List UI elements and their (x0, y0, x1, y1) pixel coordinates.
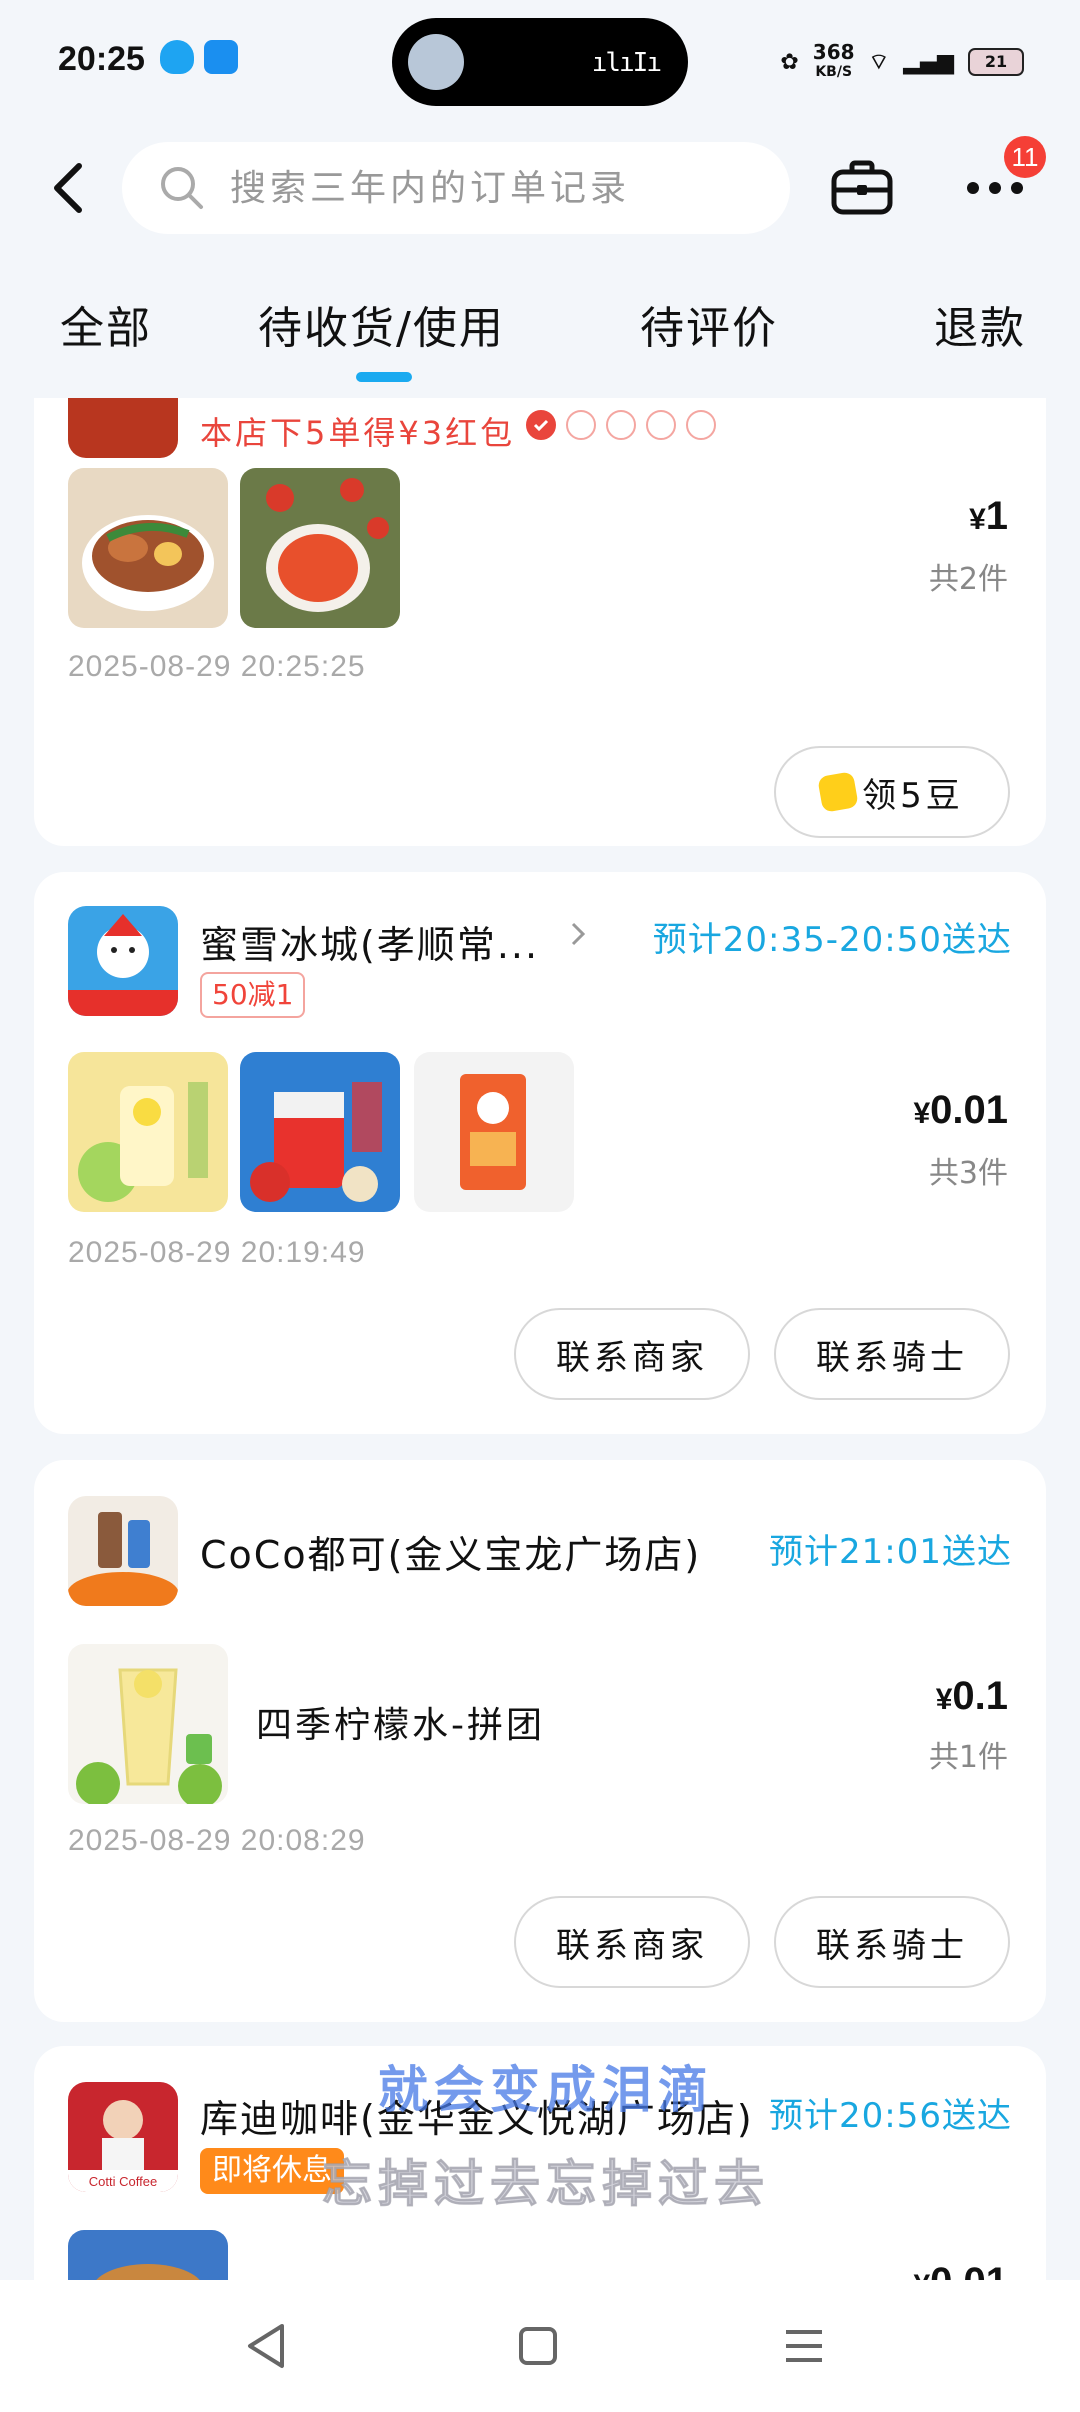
qq-app-icon (160, 40, 194, 74)
order-time: 2025-08-29 20:19:49 (68, 1236, 366, 1269)
chevron-right-icon[interactable] (566, 922, 590, 946)
contact-merchant-label: 联系商家 (556, 1925, 708, 1966)
progress-dot (606, 410, 636, 440)
contact-rider-label: 联系骑士 (816, 1925, 968, 1966)
tab-pending-receipt[interactable]: 待收货/使用 (258, 292, 505, 356)
more-dot (989, 182, 1001, 194)
currency-symbol: ¥ (913, 1097, 931, 1130)
order-price: ¥0.01 (913, 2260, 1008, 2280)
currency-symbol: ¥ (969, 503, 986, 536)
nav-back-icon[interactable] (236, 2314, 300, 2378)
product-thumbnail[interactable] (240, 1052, 400, 1212)
lyrics-line: 就会变成泪滴 (378, 2061, 714, 2119)
store-logo[interactable] (68, 1496, 178, 1606)
order-card[interactable]: 本店下5单得¥3红包 ¥1 共2件 2025-08-29 20:25:25 领5… (34, 398, 1046, 846)
contact-rider-button[interactable]: 联系骑士 (774, 1896, 1010, 1988)
battery-level: 21 (984, 52, 1008, 71)
item-count: 共1件 (928, 1740, 1008, 1775)
order-time: 2025-08-29 20:08:29 (68, 1824, 366, 1857)
item-count: 共2件 (928, 562, 1008, 597)
top-bar (0, 140, 1080, 236)
contact-merchant-button[interactable]: 联系商家 (514, 1896, 750, 1988)
order-time: 2025-08-29 20:25:25 (68, 650, 366, 683)
audio-wave-icon: ılıIı (591, 48, 662, 78)
delivery-eta: 预计20:56送达 (769, 2096, 1012, 2136)
price-amount: 0.1 (952, 1674, 1008, 1718)
price-amount: 0.01 (930, 2260, 1008, 2280)
product-thumbnail[interactable] (68, 1644, 228, 1804)
item-count: 共3件 (928, 1156, 1008, 1191)
price-amount: 1 (985, 494, 1008, 538)
item-name: 四季柠檬水-拼团 (256, 1705, 545, 1746)
product-thumbnail[interactable] (240, 468, 400, 628)
search-bar[interactable] (122, 142, 790, 234)
progress-dot (566, 410, 596, 440)
product-thumbnail[interactable] (68, 468, 228, 628)
reward-progress (526, 410, 716, 440)
store-name[interactable]: 蜜雪冰城(孝顺常... (200, 914, 539, 969)
search-input[interactable] (230, 167, 730, 209)
back-button[interactable] (40, 160, 96, 216)
currency-symbol: ¥ (935, 1683, 953, 1716)
delivery-eta: 预计21:01送达 (769, 1532, 1012, 1572)
claim-beans-button[interactable]: 领5豆 (774, 746, 1010, 838)
tab-pending-review[interactable]: 待评价 (640, 292, 778, 356)
net-speed-unit: KB/S (815, 64, 853, 80)
product-thumbnail[interactable] (68, 1052, 228, 1212)
tab-all[interactable]: 全部 (60, 292, 152, 356)
contact-merchant-button[interactable]: 联系商家 (514, 1308, 750, 1400)
flower-icon: ✿ (780, 49, 799, 75)
net-speed-value: 368 (812, 40, 855, 64)
status-time: 20:25 (58, 40, 145, 78)
notification-badge: 11 (1004, 136, 1046, 178)
active-tab-indicator (356, 372, 412, 382)
nav-home-icon[interactable] (506, 2314, 570, 2378)
briefcase-icon[interactable] (830, 158, 894, 218)
store-name[interactable]: CoCo都可(金义宝龙广场店) (200, 1524, 701, 1579)
order-price: ¥1 (969, 494, 1008, 539)
reward-promo-text: 本店下5单得¥3红包 (200, 414, 516, 452)
order-tabs: 全部 待收货/使用 待评价 退款 (0, 280, 1080, 400)
music-cover-icon (408, 34, 464, 90)
store-logo[interactable] (68, 906, 178, 1016)
contact-rider-label: 联系骑士 (816, 1337, 968, 1378)
more-dot (967, 182, 979, 194)
cotti-logo-text: Cotti Coffee (89, 2174, 157, 2189)
contact-merchant-label: 联系商家 (556, 1337, 708, 1378)
bean-icon (817, 771, 860, 813)
progress-dot (646, 410, 676, 440)
status-bar: 20:25 ılıIı ✿ 368 KB/S ⌔ ▂▄▆ 21 (0, 0, 1080, 120)
delivery-eta: 预计20:35-20:50送达 (652, 920, 1012, 960)
store-logo[interactable] (68, 398, 178, 458)
discount-tag: 50减1 (200, 972, 306, 1018)
price-amount: 0.01 (930, 1088, 1008, 1132)
order-price: ¥0.1 (936, 1674, 1008, 1719)
more-dot (1011, 182, 1023, 194)
dynamic-island[interactable]: ılıIı (392, 18, 688, 106)
order-card[interactable]: 蜜雪冰城(孝顺常... 预计20:35-20:50送达 50减1 ¥0.01 共… (34, 872, 1046, 1434)
search-icon (161, 167, 203, 209)
net-speed: 368 KB/S (813, 42, 855, 82)
store-logo[interactable]: Cotti Coffee (68, 2082, 178, 2192)
nav-recents-icon[interactable] (772, 2314, 836, 2378)
claim-beans-label: 领5豆 (862, 775, 964, 816)
order-card[interactable]: CoCo都可(金义宝龙广场店) 预计21:01送达 四季柠檬水-拼团 ¥0.1 … (34, 1460, 1046, 2022)
battery-icon: 21 (968, 48, 1024, 76)
eleme-app-icon (204, 40, 238, 74)
product-thumbnail[interactable] (414, 1052, 574, 1212)
currency-symbol: ¥ (913, 2269, 930, 2280)
tab-refund[interactable]: 退款 (934, 292, 1026, 356)
order-list[interactable]: 本店下5单得¥3红包 ¥1 共2件 2025-08-29 20:25:25 领5… (0, 398, 1080, 2280)
contact-rider-button[interactable]: 联系骑士 (774, 1308, 1010, 1400)
lyrics-line: 忘掉过去忘掉过去 (322, 2155, 770, 2214)
system-nav-bar (0, 2280, 1080, 2412)
product-thumbnail[interactable] (68, 2230, 228, 2280)
signal-icon: ▂▄▆ (903, 49, 954, 75)
check-icon (526, 410, 556, 440)
progress-dot (686, 410, 716, 440)
status-indicators: ✿ 368 KB/S ⌔ ▂▄▆ 21 (780, 42, 1024, 82)
wifi-icon: ⌔ (868, 50, 890, 75)
chevron-left-icon (54, 163, 82, 213)
order-price: ¥0.01 (913, 1088, 1008, 1133)
